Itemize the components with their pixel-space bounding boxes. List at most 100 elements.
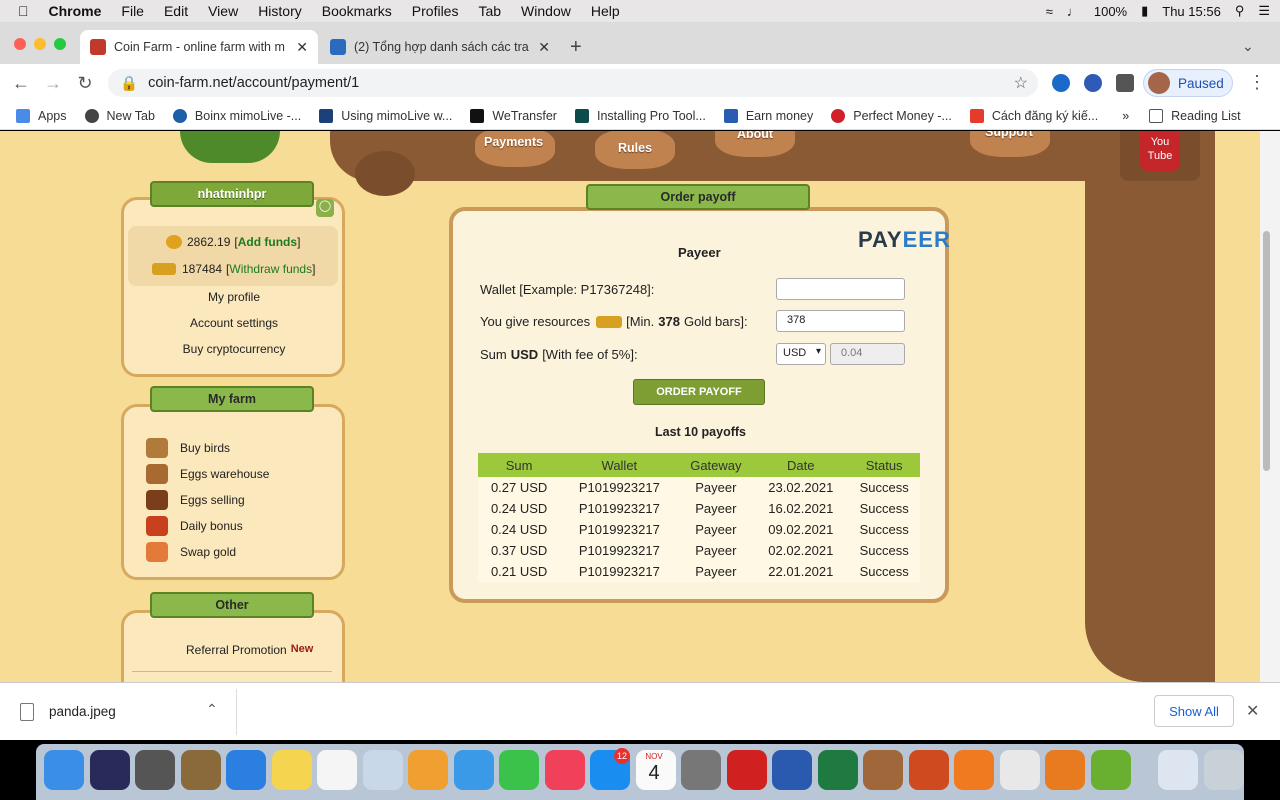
menu-window[interactable]: Window: [521, 3, 571, 19]
system-preferences-icon[interactable]: [681, 750, 721, 790]
youtube-icon[interactable]: You Tube: [1140, 131, 1180, 171]
excel-icon[interactable]: [817, 750, 858, 790]
trash-icon[interactable]: [1203, 750, 1244, 790]
menu-file[interactable]: File: [121, 3, 144, 19]
clock[interactable]: Thu 15:56: [1162, 4, 1221, 19]
profile-button[interactable]: Paused: [1143, 69, 1233, 97]
tab-search-chevron-icon[interactable]: ⌄: [1242, 38, 1254, 55]
new-tab-icon[interactable]: +: [570, 36, 582, 59]
wifi-icon[interactable]: ≈: [1046, 4, 1053, 19]
menu-app-name[interactable]: Chrome: [49, 3, 102, 19]
menu-edit[interactable]: Edit: [164, 3, 188, 19]
col-wallet: Wallet: [560, 453, 679, 477]
farm-buy-birds[interactable]: Buy birds: [146, 438, 230, 458]
bookmark-wetransfer[interactable]: WeTransfer: [470, 108, 557, 123]
bookmark-cach-dang-ky[interactable]: Cách đăng ký kiế...: [969, 108, 1098, 123]
add-funds-link[interactable]: Add funds: [238, 235, 297, 249]
launchpad-icon[interactable]: [135, 750, 175, 790]
bookmark-earn-money[interactable]: Earn money: [723, 108, 813, 123]
address-bar[interactable]: 🔒 coin-farm.net/account/payment/1 ☆: [108, 69, 1038, 97]
nav-about[interactable]: About: [737, 131, 773, 141]
wallet-input[interactable]: [776, 278, 905, 300]
show-all-button[interactable]: Show All: [1154, 695, 1234, 727]
close-tab-icon[interactable]: ✕: [296, 39, 308, 56]
reminders-icon[interactable]: [317, 750, 357, 790]
order-payoff-button[interactable]: ORDER PAYOFF: [633, 379, 765, 405]
preview-icon[interactable]: [180, 750, 221, 790]
ccleaner-icon[interactable]: [1045, 750, 1085, 790]
zoom-window-button[interactable]: [54, 38, 66, 50]
books-icon[interactable]: [954, 750, 994, 790]
more-bookmarks-icon[interactable]: »: [1122, 109, 1129, 123]
bookmark-mimolive[interactable]: Using mimoLive w...: [319, 108, 452, 123]
contacts-icon[interactable]: [863, 750, 903, 790]
nav-payments[interactable]: Payments: [484, 135, 543, 149]
control-center-icon[interactable]: ☰: [1258, 3, 1270, 19]
acrobat-icon[interactable]: [726, 750, 767, 790]
scrollbar-thumb[interactable]: [1263, 231, 1270, 471]
notes-icon[interactable]: [271, 750, 312, 790]
bookmark-new-tab[interactable]: New Tab: [84, 108, 155, 123]
nav-rules[interactable]: Rules: [618, 141, 652, 155]
link-buy-cryptocurrency[interactable]: Buy cryptocurrency: [124, 342, 344, 356]
close-tab-icon[interactable]: ✕: [538, 39, 550, 56]
bookmark-pro-tools[interactable]: Installing Pro Tool...: [574, 108, 706, 123]
spotlight-icon[interactable]: ⚲: [1235, 3, 1245, 19]
nav-support[interactable]: Support: [985, 131, 1033, 139]
music-icon[interactable]: [544, 750, 585, 790]
bookmark-star-icon[interactable]: ☆: [1014, 73, 1028, 93]
menu-profiles[interactable]: Profiles: [412, 3, 459, 19]
tab-coin-farm[interactable]: Coin Farm - online farm with m ✕: [80, 30, 318, 64]
extension-icon[interactable]: [1052, 74, 1070, 92]
menu-history[interactable]: History: [258, 3, 302, 19]
upwork-icon[interactable]: [1090, 750, 1131, 790]
link-account-settings[interactable]: Account settings: [124, 316, 344, 330]
close-window-button[interactable]: [14, 38, 26, 50]
safari-icon[interactable]: [226, 750, 266, 790]
farm-daily-bonus[interactable]: Daily bonus: [146, 516, 243, 536]
resources-input[interactable]: 378: [776, 310, 905, 332]
bookmark-boinx[interactable]: Boinx mimoLive -...: [172, 108, 301, 123]
chrome-icon[interactable]: [999, 750, 1040, 790]
powerpoint-icon[interactable]: [908, 750, 949, 790]
siri-icon[interactable]: [89, 750, 130, 790]
bookmark-apps[interactable]: Apps: [16, 108, 67, 123]
tab-second[interactable]: (2) Tổng hợp danh sách các tra ✕: [320, 30, 560, 64]
finder-icon[interactable]: [44, 750, 84, 790]
facetime-icon[interactable]: [499, 750, 539, 790]
menu-view[interactable]: View: [208, 3, 238, 19]
menu-tab[interactable]: Tab: [478, 3, 501, 19]
messages-icon[interactable]: [453, 750, 494, 790]
reading-list[interactable]: Reading List: [1149, 108, 1241, 123]
back-icon[interactable]: ←: [10, 73, 32, 94]
currency-select[interactable]: USD ▾: [776, 343, 826, 365]
photos-icon[interactable]: [408, 750, 448, 790]
farm-eggs-warehouse[interactable]: Eggs warehouse: [146, 464, 269, 484]
lock-icon[interactable]: 🔒: [120, 75, 138, 92]
menu-help[interactable]: Help: [591, 3, 620, 19]
menu-bookmarks[interactable]: Bookmarks: [322, 3, 392, 19]
farm-eggs-selling[interactable]: Eggs selling: [146, 490, 245, 510]
chrome-app-icon[interactable]: [1158, 750, 1198, 790]
forward-icon[interactable]: →: [42, 73, 64, 94]
withdraw-funds-link[interactable]: Withdraw funds: [229, 262, 312, 276]
word-icon[interactable]: [772, 750, 812, 790]
extensions-puzzle-icon[interactable]: [1116, 74, 1134, 92]
bookmark-perfect-money[interactable]: Perfect Money -...: [831, 108, 952, 123]
link-referral[interactable]: Referral Promotion New: [186, 643, 313, 657]
photo-booth-icon[interactable]: [362, 750, 403, 790]
more-menu-icon[interactable]: ⋮: [1248, 72, 1266, 93]
reload-icon[interactable]: ↻: [74, 73, 96, 94]
download-filename[interactable]: panda.jpeg: [49, 704, 116, 719]
battery-percent[interactable]: 100%: [1094, 4, 1127, 19]
close-download-bar-icon[interactable]: ✕: [1246, 701, 1259, 721]
link-my-profile[interactable]: My profile: [124, 290, 344, 304]
url-text[interactable]: coin-farm.net/account/payment/1: [148, 75, 359, 91]
minimize-window-button[interactable]: [34, 38, 46, 50]
farm-swap-gold[interactable]: Swap gold: [146, 542, 236, 562]
extension-icon[interactable]: [1084, 74, 1102, 92]
chevron-up-icon[interactable]: ⌃: [206, 701, 218, 718]
volume-icon[interactable]: ♩: [1067, 4, 1080, 19]
farm-item-label: Eggs selling: [180, 493, 245, 507]
apple-menu-icon[interactable]: : [18, 3, 29, 19]
